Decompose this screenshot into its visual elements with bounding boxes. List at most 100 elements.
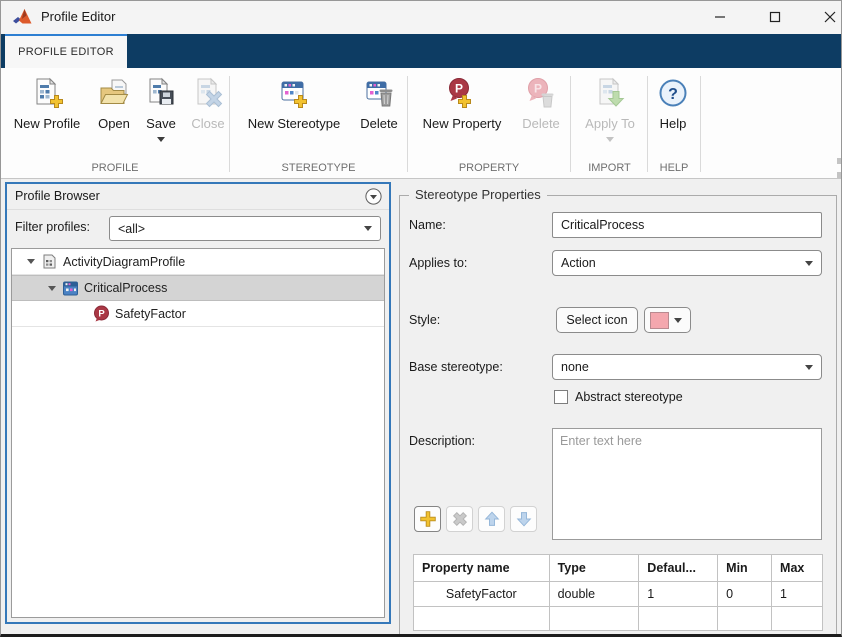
expander-icon[interactable] — [26, 259, 36, 264]
cell-property-name[interactable]: SafetyFactor — [414, 582, 550, 607]
apply-to-dropdown-caret — [606, 137, 614, 142]
chevron-down-icon — [674, 318, 682, 323]
maximize-button[interactable] — [752, 1, 797, 33]
plus-icon — [418, 509, 438, 529]
delete-stereotype-label: Delete — [360, 116, 398, 131]
ribbon-tab-bar: PROFILE EDITOR — [1, 34, 841, 68]
save-dropdown-caret[interactable] — [157, 137, 165, 142]
tab-profile-editor-label: PROFILE EDITOR — [18, 46, 114, 58]
add-property-button[interactable] — [414, 506, 441, 532]
close-button[interactable] — [807, 1, 842, 33]
property-table: Property name Type Defaul... Min Max Saf… — [413, 554, 823, 631]
col-max[interactable]: Max — [772, 555, 823, 582]
group-separator — [570, 76, 571, 172]
base-stereotype-label: Base stereotype: — [409, 360, 503, 374]
profile-tree: ActivityDiagramProfile CriticalProcess — [11, 248, 385, 618]
abstract-stereotype-label: Abstract stereotype — [575, 390, 683, 404]
group-label-import: IMPORT — [571, 162, 648, 174]
property-table-header-row: Property name Type Defaul... Min Max — [414, 555, 823, 582]
col-default[interactable]: Defaul... — [639, 555, 718, 582]
save-icon — [144, 74, 178, 110]
tree-item-profile[interactable]: ActivityDiagramProfile — [12, 249, 384, 275]
col-property-name[interactable]: Property name — [414, 555, 550, 582]
applies-to-value: Action — [561, 256, 805, 270]
group-separator — [407, 76, 408, 172]
help-label: Help — [660, 116, 687, 131]
ribbon-overflow-indicator[interactable] — [837, 158, 842, 164]
col-type[interactable]: Type — [549, 555, 639, 582]
help-button[interactable]: ? Help — [651, 74, 695, 160]
tab-profile-editor[interactable]: PROFILE EDITOR — [5, 34, 127, 68]
delete-property-row-button — [446, 506, 473, 532]
select-icon-button[interactable]: Select icon — [556, 307, 638, 333]
cell-max[interactable]: 1 — [772, 582, 823, 607]
main-area: Profile Browser Filter profiles: <all> — [1, 179, 841, 637]
tree-item-stereotype[interactable]: CriticalProcess — [12, 275, 384, 301]
base-stereotype-dropdown[interactable]: none — [552, 354, 822, 380]
delete-stereotype-icon — [362, 74, 396, 110]
profile-browser-panel: Profile Browser Filter profiles: <all> — [5, 182, 391, 624]
new-stereotype-button[interactable]: New Stereotype — [237, 74, 351, 160]
profile-icon — [41, 253, 58, 270]
abstract-stereotype-checkbox[interactable] — [554, 390, 568, 404]
close-profile-button: Close — [185, 74, 231, 160]
filter-profiles-dropdown[interactable]: <all> — [109, 216, 381, 241]
stereotype-icon — [62, 280, 79, 297]
name-field[interactable] — [552, 212, 822, 238]
close-profile-label: Close — [191, 116, 224, 131]
cell-type[interactable]: double — [549, 582, 639, 607]
applies-to-label: Applies to: — [409, 256, 467, 270]
delete-property-button: P Delete — [516, 74, 566, 160]
description-label: Description: — [409, 434, 475, 448]
delete-stereotype-button[interactable]: Delete — [353, 74, 405, 160]
new-stereotype-label: New Stereotype — [248, 116, 341, 131]
svg-text:?: ? — [668, 86, 678, 103]
group-separator — [700, 76, 701, 172]
save-label: Save — [146, 116, 176, 131]
group-separator — [647, 76, 648, 172]
filter-profiles-value: <all> — [118, 222, 364, 236]
chevron-down-icon — [805, 365, 813, 370]
name-label: Name: — [409, 218, 446, 232]
minimize-button[interactable] — [697, 1, 742, 33]
property-table-empty-row[interactable] — [414, 607, 823, 631]
new-stereotype-icon — [277, 74, 311, 110]
new-property-button[interactable]: P New Property — [414, 74, 510, 160]
expander-icon[interactable] — [47, 286, 57, 291]
cell-default[interactable]: 1 — [639, 582, 718, 607]
group-label-help: HELP — [648, 162, 700, 174]
stereotype-properties-legend: Stereotype Properties — [409, 187, 547, 202]
applies-to-dropdown[interactable]: Action — [552, 250, 822, 276]
svg-text:P: P — [455, 82, 463, 96]
tree-item-property[interactable]: P SafetyFactor — [12, 301, 384, 327]
new-profile-button[interactable]: New Profile — [5, 74, 89, 160]
tree-item-label: SafetyFactor — [115, 307, 186, 321]
ribbon-toolbar: New Profile Open — [1, 68, 841, 179]
icon-color-dropdown[interactable] — [644, 307, 691, 333]
col-min[interactable]: Min — [718, 555, 772, 582]
panel-collapse-icon[interactable] — [365, 188, 382, 205]
delete-property-icon: P — [524, 74, 558, 110]
delete-property-label: Delete — [522, 116, 560, 131]
svg-text:P: P — [534, 82, 542, 96]
save-button[interactable]: Save — [139, 74, 183, 160]
property-table-row[interactable]: SafetyFactor double 1 0 1 — [414, 582, 823, 607]
select-icon-button-label: Select icon — [566, 313, 627, 327]
new-profile-label: New Profile — [14, 116, 80, 131]
apply-to-icon — [593, 74, 627, 110]
tree-item-label: ActivityDiagramProfile — [63, 255, 185, 269]
style-label: Style: — [409, 313, 440, 327]
chevron-down-icon — [805, 261, 813, 266]
move-up-button — [478, 506, 505, 532]
description-textarea[interactable] — [552, 428, 822, 540]
base-stereotype-value: none — [561, 360, 805, 374]
cell-min[interactable]: 0 — [718, 582, 772, 607]
new-property-icon: P — [445, 74, 479, 110]
close-profile-icon — [191, 74, 225, 110]
open-button[interactable]: Open — [91, 74, 137, 160]
ribbon-overflow-indicator[interactable] — [837, 172, 842, 178]
filter-profiles-label: Filter profiles: — [15, 220, 90, 234]
new-profile-icon — [30, 74, 64, 110]
arrow-up-icon — [482, 509, 502, 529]
group-label-stereotype: STEREOTYPE — [230, 162, 407, 174]
